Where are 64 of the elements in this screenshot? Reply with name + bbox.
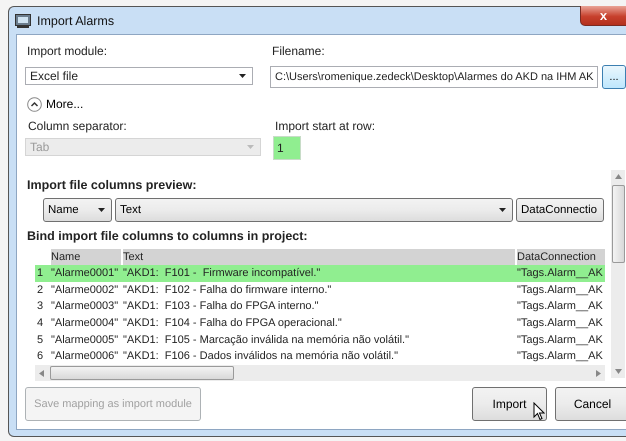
- table-cell-text: "AKD1: F103 - Falha do FPGA interno.": [123, 299, 320, 314]
- column-separator-label: Column separator:: [27, 118, 128, 135]
- table-cell-text: "Tags.Alarm__AK: [517, 282, 604, 298]
- table-cell-text: "AKD1: F106 - Dados inválidos na memória não volátil.": [123, 349, 399, 364]
- row-number: 2: [36, 282, 44, 298]
- row-number: 1: [36, 266, 44, 281]
- table-cell-text: "AKD1: F105 - Marcação inválida na memória não volátil.": [123, 332, 410, 348]
- row-number: 4: [36, 316, 44, 332]
- mouse-pointer-icon: [533, 402, 545, 422]
- scroll-down-icon[interactable]: [614, 369, 622, 374]
- caret-icon: [247, 145, 254, 149]
- browse-button[interactable]: ...: [602, 65, 626, 89]
- vertical-scrollbar[interactable]: [611, 170, 625, 378]
- import-button[interactable]: Import: [472, 387, 547, 422]
- table-cell-text: "Alarme0006": [51, 349, 120, 364]
- caret-icon: [239, 74, 246, 78]
- start-row-label: Import start at row:: [274, 118, 376, 135]
- horizontal-scrollbar[interactable]: [35, 365, 605, 382]
- import-module-dropdown[interactable]: Excel file: [25, 67, 253, 85]
- row-number: 5: [36, 332, 44, 348]
- table-cell-text: "AKD1: F102 - Falha do firmware interno.": [123, 282, 332, 298]
- collapse-icon: [27, 96, 42, 112]
- column-dropdown[interactable]: Name: [43, 198, 112, 222]
- caret-icon: [98, 208, 105, 212]
- table-row[interactable]: 3 "Alarme0003" "AKD1: F103 - Falha do FPGA interno." "Tags.Alarm__AK: [35, 298, 605, 316]
- import-module-label: Import module:: [26, 43, 108, 60]
- table-cell-text: "Tags.Alarm__AK: [517, 266, 604, 281]
- table-cell-text: "Tags.Alarm__AK: [517, 299, 604, 314]
- table-cell-text: "Tags.Alarm__AK: [517, 349, 604, 364]
- caret-icon: [499, 208, 506, 212]
- table-row[interactable]: 4 "Alarme0004" "AKD1: F104 - Falha do FPGA operacional." "Tags.Alarm__AK: [35, 315, 605, 332]
- table-cell-text: "AKD1: F101 - Firmware incompatível.": [123, 266, 322, 281]
- scroll-left-icon[interactable]: [39, 370, 44, 377]
- table-cell-text: "Alarme0004": [51, 316, 120, 332]
- more-toggle[interactable]: More...: [25, 94, 626, 114]
- scroll-right-icon[interactable]: [596, 370, 601, 377]
- table-cell-text: "Tags.Alarm__AK: [517, 316, 604, 332]
- close-button[interactable]: x: [580, 6, 626, 26]
- table-row[interactable]: 1 "Alarme0001" "AKD1: F101 - Firmware incompatível." "Tags.Alarm__AK: [35, 265, 605, 282]
- table-row[interactable]: 6 "Alarme0006" "AKD1: F106 - Dados inválidos na memória não volátil." "Tags.Alarm__AK: [35, 348, 605, 366]
- table-row[interactable]: 5 "Alarme0005" "AKD1: F105 - Marcação inválida na memória não volátil." "Tags.Alarm__AK: [35, 332, 605, 348]
- preview-heading: Import file columns preview:: [27, 178, 198, 192]
- filename-field[interactable]: C:\Users\romenique.zedeck\Desktop\Alarmes do AKD na IHM AK: [270, 66, 598, 88]
- window-title: Import Alarms: [37, 14, 114, 28]
- table-cell-text: "Tags.Alarm__AK: [517, 332, 604, 348]
- app-icon: [15, 14, 31, 28]
- column-header[interactable]: Text: [123, 249, 515, 265]
- table-row[interactable]: 2 "Alarme0002" "AKD1: F102 - Falha do firmware interno." "Tags.Alarm__AK: [35, 282, 605, 298]
- bind-heading: Bind import file columns to columns in project:: [27, 229, 309, 243]
- table-cell-text: "Alarme0001": [51, 266, 120, 281]
- row-number: 6: [36, 349, 44, 364]
- cancel-button[interactable]: Cancel: [555, 387, 626, 422]
- table-cell-text: "AKD1: F104 - Falha do FPGA operacional.": [123, 316, 343, 332]
- column-dropdown[interactable]: Text: [115, 198, 513, 222]
- column-header[interactable]: Name: [51, 249, 121, 265]
- column-dropdown[interactable]: DataConnectio: [516, 198, 604, 222]
- filename-label: Filename:: [271, 43, 326, 60]
- table-cell-text: "Alarme0002": [51, 282, 120, 298]
- scroll-up-icon[interactable]: [614, 174, 622, 179]
- column-header[interactable]: DataConnection: [517, 249, 605, 265]
- table-cell-text: "Alarme0005": [51, 332, 120, 348]
- table-cell-text: "Alarme0003": [51, 299, 120, 314]
- row-number: 3: [36, 299, 44, 314]
- start-row-field[interactable]: 1: [273, 136, 301, 160]
